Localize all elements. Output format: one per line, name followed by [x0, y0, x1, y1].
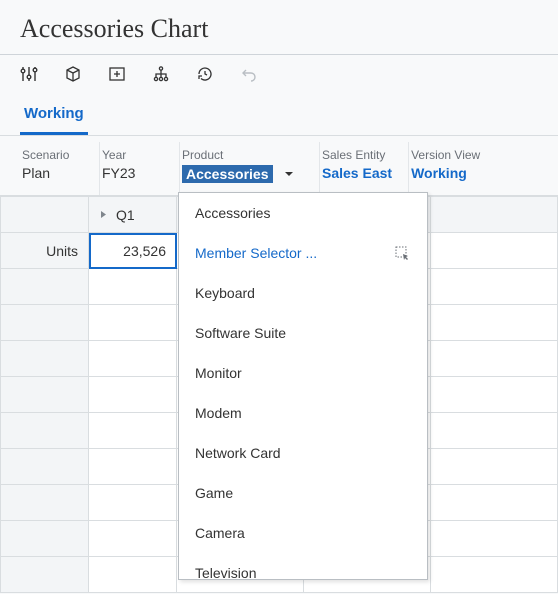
- cell-empty[interactable]: [89, 341, 177, 377]
- dropdown-item-label: Network Card: [195, 445, 281, 461]
- dropdown-item[interactable]: Camera: [179, 513, 427, 553]
- toolbar: [0, 55, 558, 91]
- row-header-empty: [1, 377, 89, 413]
- dim-value: FY23: [102, 165, 163, 181]
- row-header-empty: [1, 305, 89, 341]
- dropdown-item-label: Game: [195, 485, 233, 501]
- dropdown-item[interactable]: Modem: [179, 393, 427, 433]
- column-header-empty: [431, 197, 558, 233]
- cell-empty[interactable]: [431, 449, 558, 485]
- dim-version-view[interactable]: Version View Working: [409, 142, 496, 195]
- dim-sales-entity[interactable]: Sales Entity Sales East: [320, 142, 409, 195]
- page-title: Accessories Chart: [0, 0, 558, 54]
- column-header-q1[interactable]: Q1: [89, 197, 177, 233]
- dropdown-item-label: Monitor: [195, 365, 242, 381]
- cell-empty[interactable]: [431, 341, 558, 377]
- cell-empty[interactable]: [89, 521, 177, 557]
- dropdown-item[interactable]: Keyboard: [179, 273, 427, 313]
- dropdown-item[interactable]: Accessories: [179, 193, 427, 233]
- tab-bar: Working: [0, 91, 558, 136]
- column-header-label: Q1: [116, 207, 135, 223]
- dim-label: Year: [102, 148, 163, 162]
- row-header-empty: [1, 413, 89, 449]
- dim-label: Product: [182, 148, 303, 162]
- dropdown-item[interactable]: Network Card: [179, 433, 427, 473]
- dim-value: Working: [411, 165, 480, 181]
- dropdown-item-label: Software Suite: [195, 325, 286, 341]
- dim-value: Accessories: [182, 165, 303, 183]
- add-panel-icon[interactable]: [108, 65, 126, 83]
- dropdown-item[interactable]: Game: [179, 473, 427, 513]
- cell-empty[interactable]: [89, 269, 177, 305]
- dropdown-item-label: Camera: [195, 525, 245, 541]
- dropdown-item[interactable]: Monitor: [179, 353, 427, 393]
- member-selector-icon: [395, 246, 411, 260]
- dim-value: Sales East: [322, 165, 392, 181]
- chevron-down-icon[interactable]: [283, 168, 295, 180]
- cell-empty[interactable]: [89, 377, 177, 413]
- row-header-empty: [1, 269, 89, 305]
- selected-chip: Accessories: [182, 165, 273, 183]
- dropdown-item-label: Keyboard: [195, 285, 255, 301]
- dim-scenario[interactable]: Scenario Plan: [20, 142, 100, 195]
- dim-year[interactable]: Year FY23: [100, 142, 180, 195]
- cell-empty[interactable]: [431, 269, 558, 305]
- row-header-empty: [1, 521, 89, 557]
- cell-empty[interactable]: [89, 305, 177, 341]
- tab-working[interactable]: Working: [20, 99, 88, 135]
- cell-empty[interactable]: [431, 305, 558, 341]
- dim-value: Plan: [22, 165, 83, 181]
- undo-icon: [240, 65, 258, 83]
- dropdown-item-label: Television: [195, 565, 256, 580]
- corner-cell: [1, 197, 89, 233]
- settings-sliders-icon[interactable]: [20, 65, 38, 83]
- cube-icon[interactable]: [64, 65, 82, 83]
- cell-empty[interactable]: [89, 413, 177, 449]
- cell-empty[interactable]: [431, 521, 558, 557]
- dropdown-item-label: Modem: [195, 405, 242, 421]
- dim-label: Sales Entity: [322, 148, 392, 162]
- dropdown-item[interactable]: Television: [179, 553, 427, 580]
- dropdown-item-label: Member Selector ...: [195, 245, 317, 261]
- cell-empty[interactable]: [431, 557, 558, 593]
- cell-empty[interactable]: [431, 233, 558, 269]
- cell-units-q1[interactable]: 23,526: [89, 233, 177, 269]
- dim-product[interactable]: Product Accessories: [180, 142, 320, 195]
- dropdown-item-label: Accessories: [195, 205, 270, 221]
- cell-empty[interactable]: [89, 485, 177, 521]
- dimension-bar: Scenario Plan Year FY23 Product Accessor…: [0, 136, 558, 196]
- row-header-units[interactable]: Units: [1, 233, 89, 269]
- row-header-empty: [1, 341, 89, 377]
- cell-empty[interactable]: [431, 413, 558, 449]
- cell-empty[interactable]: [89, 557, 177, 593]
- cell-empty[interactable]: [431, 485, 558, 521]
- cell-empty[interactable]: [431, 377, 558, 413]
- cell-empty[interactable]: [89, 449, 177, 485]
- dropdown-item[interactable]: Member Selector ...: [179, 233, 427, 273]
- dropdown-item[interactable]: Software Suite: [179, 313, 427, 353]
- row-header-empty: [1, 449, 89, 485]
- dim-label: Scenario: [22, 148, 83, 162]
- product-dropdown[interactable]: Accessories Member Selector ... Keyboard So…: [178, 192, 428, 580]
- expand-icon[interactable]: [99, 210, 108, 219]
- row-header-empty: [1, 485, 89, 521]
- dim-label: Version View: [411, 148, 480, 162]
- history-icon[interactable]: [196, 65, 214, 83]
- hierarchy-icon[interactable]: [152, 65, 170, 83]
- row-header-empty: [1, 557, 89, 593]
